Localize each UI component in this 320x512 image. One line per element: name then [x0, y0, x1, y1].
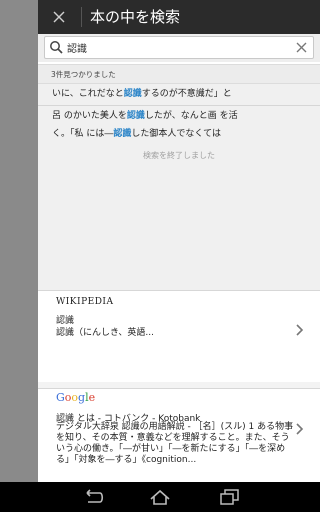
result-text-after: するのが不意識だ」と — [141, 89, 232, 99]
chevron-right-icon — [296, 423, 304, 435]
search-area — [38, 34, 320, 62]
recent-apps-icon[interactable] — [218, 488, 242, 506]
results-list-area — [38, 144, 320, 290]
result-row-3[interactable]: く。「私 には―認識した御本人でなくては — [38, 124, 320, 146]
chevron-right-icon — [296, 324, 304, 336]
result-text-before: く。「私 には― — [52, 129, 114, 139]
wikipedia-logo: WIKIPEDIA — [56, 297, 114, 307]
result-text-after: したが、なんと画 を活 — [144, 111, 238, 121]
topbar-divider — [81, 7, 82, 27]
search-input[interactable] — [67, 39, 287, 56]
end-of-search-message: 検索を終了しました — [143, 151, 215, 160]
result-highlight: 認識 — [113, 129, 132, 139]
result-text-after: した御本人でなくては — [131, 129, 221, 139]
google-logo: Google — [56, 391, 95, 404]
close-button[interactable] — [46, 4, 72, 30]
result-text-before: いに、これだなと — [52, 89, 124, 99]
google-result-snippet: デジタル大辞泉 認識の用語解説 - ［名］(スル) 1 ある物事を知り、その本質… — [56, 422, 294, 465]
close-icon — [53, 11, 65, 23]
page-title: 本の中を検索 — [90, 8, 181, 26]
search-box[interactable] — [44, 36, 314, 59]
results-count-bar: 3件見つかりました — [38, 64, 320, 84]
wikipedia-snippet: 認識（にんしき、英語... — [56, 328, 154, 338]
result-highlight: 認識 — [126, 111, 145, 121]
search-icon — [50, 41, 63, 54]
google-card[interactable]: Google 認識 とは - コトバンク - Kotobank デジタル大辞泉 … — [38, 388, 320, 482]
search-panel: 本の中を検索 3件見つかりました いに、これだなと認識するのが不意識だ」と 呂 … — [38, 0, 320, 482]
background-page-strip — [0, 0, 38, 482]
home-icon[interactable] — [148, 488, 172, 506]
wikipedia-card[interactable]: WIKIPEDIA 認識 認識（にんしき、英語... — [38, 290, 320, 382]
system-nav-bar — [0, 482, 320, 512]
result-text-before: 呂 のかいた美人を — [52, 111, 127, 121]
top-bar: 本の中を検索 — [38, 0, 320, 34]
google-logo-letter: G — [56, 391, 65, 404]
clear-icon[interactable] — [295, 41, 308, 54]
results-count: 3件見つかりました — [51, 70, 116, 79]
back-icon[interactable] — [80, 488, 104, 506]
result-row-1[interactable]: いに、これだなと認識するのが不意識だ」と — [38, 84, 320, 106]
result-highlight: 認識 — [123, 89, 142, 99]
google-logo-letter: e — [88, 391, 96, 404]
